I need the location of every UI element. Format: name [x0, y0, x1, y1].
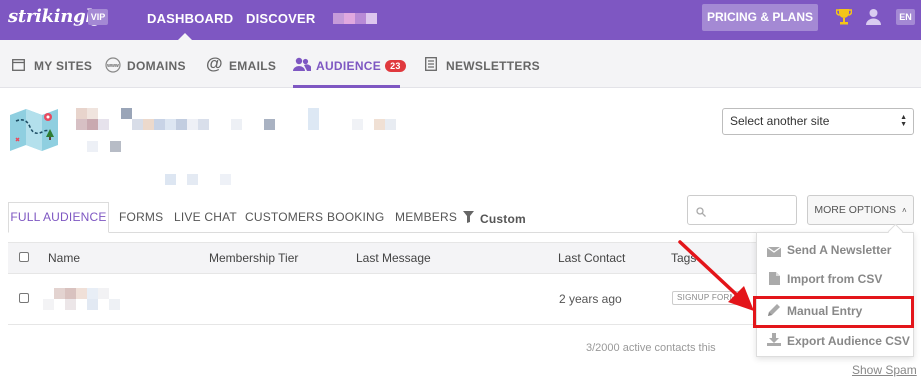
tab-emails[interactable]: EMAILS: [229, 59, 276, 73]
window-icon: [12, 58, 25, 76]
manual-entry-highlight-box: [753, 296, 914, 328]
column-membership-tier[interactable]: Membership Tier: [209, 251, 298, 265]
users-icon: [293, 57, 312, 76]
download-icon: [767, 333, 781, 351]
tab-full-audience[interactable]: FULL AUDIENCE: [8, 202, 109, 233]
file-icon: [769, 272, 780, 290]
column-name[interactable]: Name: [48, 251, 80, 265]
menu-export-csv[interactable]: Export Audience CSV: [787, 334, 910, 348]
tab-customers[interactable]: CUSTOMERS: [245, 210, 323, 224]
audience-search-input[interactable]: [687, 195, 797, 225]
annotation-arrow-icon: [678, 240, 754, 311]
audience-count-badge: 23: [385, 60, 406, 72]
vip-badge: VIP: [88, 9, 108, 25]
at-icon: @: [206, 54, 223, 73]
active-nav-caret: [178, 33, 192, 40]
search-icon: [696, 204, 706, 222]
newsletter-icon: [425, 57, 437, 76]
trophy-icon[interactable]: [835, 8, 853, 31]
map-icon: [8, 107, 66, 158]
site-select-value: Select another site: [730, 114, 830, 128]
nav-discover[interactable]: DISCOVER: [246, 11, 316, 26]
nav-dashboard[interactable]: DASHBOARD: [147, 11, 233, 26]
tab-my-sites[interactable]: MY SITES: [34, 59, 92, 73]
site-select[interactable]: Select another site ▲ ▼: [722, 108, 914, 135]
column-last-contact[interactable]: Last Contact: [558, 251, 625, 265]
more-options-button[interactable]: MORE OPTIONS ˄: [807, 195, 914, 225]
more-options-label: MORE OPTIONS: [814, 204, 897, 216]
chevron-up-icon: ˄: [901, 206, 907, 215]
tab-audience[interactable]: AUDIENCE 23: [316, 59, 406, 73]
svg-text:www: www: [106, 63, 119, 69]
tab-booking[interactable]: BOOKING: [327, 210, 384, 224]
tab-domains[interactable]: DOMAINS: [127, 59, 186, 73]
tab-newsletters[interactable]: NEWSLETTERS: [446, 59, 540, 73]
www-icon: www: [105, 57, 121, 78]
select-all-checkbox[interactable]: [19, 252, 29, 262]
pricing-plans-button[interactable]: PRICING & PLANS: [702, 4, 818, 31]
show-spam-link[interactable]: Show Spam: [852, 363, 917, 377]
column-last-message[interactable]: Last Message: [356, 251, 431, 265]
active-contacts-count: 3/2000 active contacts this: [586, 342, 716, 354]
filter-icon: [463, 211, 474, 226]
select-arrows-icon: ▲ ▼: [900, 114, 907, 128]
tab-audience-label: AUDIENCE: [316, 59, 382, 73]
active-tab-underline: [293, 85, 400, 88]
tab-live-chat[interactable]: LIVE CHAT: [174, 210, 237, 224]
menu-send-newsletter[interactable]: Send A Newsletter: [787, 243, 891, 257]
menu-import-csv[interactable]: Import from CSV: [787, 272, 882, 286]
row-last-contact: 2 years ago: [559, 292, 622, 306]
tab-custom[interactable]: Custom: [480, 212, 526, 226]
user-icon[interactable]: [866, 8, 881, 30]
envelope-icon: [766, 244, 782, 262]
tab-members[interactable]: MEMBERS: [395, 210, 457, 224]
row-checkbox[interactable]: [19, 293, 29, 303]
language-badge[interactable]: EN: [896, 9, 915, 25]
tab-forms[interactable]: FORMS: [119, 210, 163, 224]
